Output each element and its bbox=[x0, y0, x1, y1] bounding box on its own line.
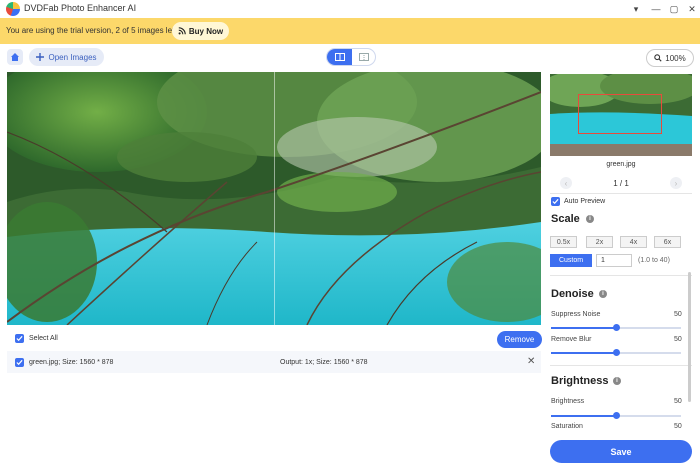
suppress-noise-label: Suppress Noise bbox=[551, 311, 601, 318]
viewport-frame[interactable] bbox=[578, 94, 662, 134]
brightness-value: 50 bbox=[674, 398, 682, 405]
scale-option-4x[interactable]: 4x bbox=[620, 236, 647, 248]
check-icon bbox=[16, 335, 23, 342]
file-checkbox[interactable] bbox=[15, 358, 24, 367]
toolbar: Open Images 100% bbox=[0, 44, 700, 72]
scale-option-2x[interactable]: 2x bbox=[586, 236, 613, 248]
custom-scale-range: (1.0 to 40) bbox=[638, 257, 670, 264]
slider-thumb[interactable] bbox=[613, 324, 620, 331]
split-view-button[interactable] bbox=[327, 49, 352, 65]
remove-button[interactable]: Remove bbox=[497, 331, 542, 348]
open-images-label: Open Images bbox=[48, 52, 97, 62]
slider-fill bbox=[551, 415, 616, 417]
open-images-button[interactable]: Open Images bbox=[29, 48, 104, 66]
brightness-slider[interactable] bbox=[551, 412, 681, 419]
select-all-checkbox[interactable] bbox=[15, 334, 24, 343]
rss-icon bbox=[178, 27, 186, 35]
plus-icon bbox=[36, 53, 45, 61]
auto-preview-checkbox[interactable] bbox=[551, 197, 560, 206]
suppress-noise-value: 50 bbox=[674, 311, 682, 318]
custom-scale-input[interactable]: 1 bbox=[596, 254, 632, 267]
remove-blur-slider[interactable] bbox=[551, 349, 681, 356]
split-view-icon bbox=[334, 53, 345, 61]
suppress-noise-slider[interactable] bbox=[551, 324, 681, 331]
scale-option-0.5x[interactable]: 0.5x bbox=[550, 236, 577, 248]
remove-blur-label: Remove Blur bbox=[551, 336, 592, 343]
saturation-label: Saturation bbox=[551, 423, 583, 430]
check-icon bbox=[552, 198, 559, 205]
remove-blur-value: 50 bbox=[674, 336, 682, 343]
slider-fill bbox=[551, 327, 616, 329]
scale-option-6x[interactable]: 6x bbox=[654, 236, 681, 248]
minimize-button[interactable]: — bbox=[646, 1, 666, 17]
zoom-icon bbox=[654, 54, 662, 62]
title-bar: DVDFab Photo Enhancer AI ▾ — ▢ ✕ bbox=[0, 0, 700, 18]
info-icon[interactable]: i bbox=[586, 215, 594, 223]
home-button[interactable] bbox=[7, 49, 23, 65]
file-name: green.jpg; Size: 1560 * 878 bbox=[29, 359, 114, 366]
brightness-label: Brightness bbox=[551, 398, 585, 405]
app-logo-icon bbox=[6, 2, 20, 16]
list-item[interactable]: green.jpg; Size: 1560 * 878 Output: 1x; … bbox=[7, 351, 541, 373]
single-view-button[interactable] bbox=[352, 49, 376, 65]
file-list-header: Select All Remove bbox=[7, 329, 542, 349]
denoise-title: Denoise bbox=[551, 288, 594, 300]
close-icon[interactable]: ✕ bbox=[527, 356, 535, 367]
chevron-right-icon[interactable]: › bbox=[670, 177, 682, 189]
zoom-level: 100% bbox=[665, 53, 686, 63]
divider bbox=[550, 275, 692, 276]
auto-preview-label: Auto Preview bbox=[564, 198, 606, 205]
thumbnail[interactable] bbox=[550, 74, 692, 156]
check-icon bbox=[16, 359, 23, 366]
divider bbox=[550, 193, 692, 194]
image-preview[interactable] bbox=[7, 72, 541, 325]
scale-title: Scale bbox=[551, 213, 580, 225]
settings-panel: green.jpg ‹ 1 / 1 › Auto Preview Scale i… bbox=[546, 72, 700, 465]
close-window-button[interactable]: ✕ bbox=[682, 1, 700, 17]
split-divider[interactable] bbox=[274, 72, 275, 325]
home-icon bbox=[11, 53, 19, 61]
info-icon[interactable]: i bbox=[613, 377, 621, 385]
single-view-icon bbox=[359, 53, 369, 61]
buy-now-label: Buy Now bbox=[188, 26, 224, 36]
brightness-title: Brightness bbox=[551, 375, 609, 387]
slider-thumb[interactable] bbox=[613, 412, 620, 419]
file-output-info: Output: 1x; Size: 1560 * 878 bbox=[280, 359, 368, 366]
buy-now-button[interactable]: Buy Now bbox=[172, 22, 229, 40]
trial-message: You are using the trial version, 2 of 5 … bbox=[6, 26, 179, 35]
view-mode-toggle bbox=[326, 48, 376, 66]
maximize-button[interactable]: ▢ bbox=[664, 1, 684, 17]
select-all-label: Select All bbox=[29, 335, 58, 342]
thumbnail-name: green.jpg bbox=[606, 161, 636, 168]
info-icon[interactable]: i bbox=[599, 290, 607, 298]
panel-scrollbar[interactable] bbox=[688, 272, 691, 402]
custom-scale-button[interactable]: Custom bbox=[550, 254, 592, 267]
zoom-button[interactable]: 100% bbox=[646, 49, 694, 67]
saturation-value: 50 bbox=[674, 423, 682, 430]
divider bbox=[550, 365, 692, 366]
save-button[interactable]: Save bbox=[550, 440, 692, 463]
app-title: DVDFab Photo Enhancer AI bbox=[24, 3, 137, 13]
slider-fill bbox=[551, 352, 616, 354]
dropdown-menu-button[interactable]: ▾ bbox=[626, 1, 646, 17]
slider-thumb[interactable] bbox=[613, 349, 620, 356]
trial-banner: You are using the trial version, 2 of 5 … bbox=[0, 18, 700, 44]
pager: ‹ 1 / 1 › bbox=[546, 177, 696, 191]
